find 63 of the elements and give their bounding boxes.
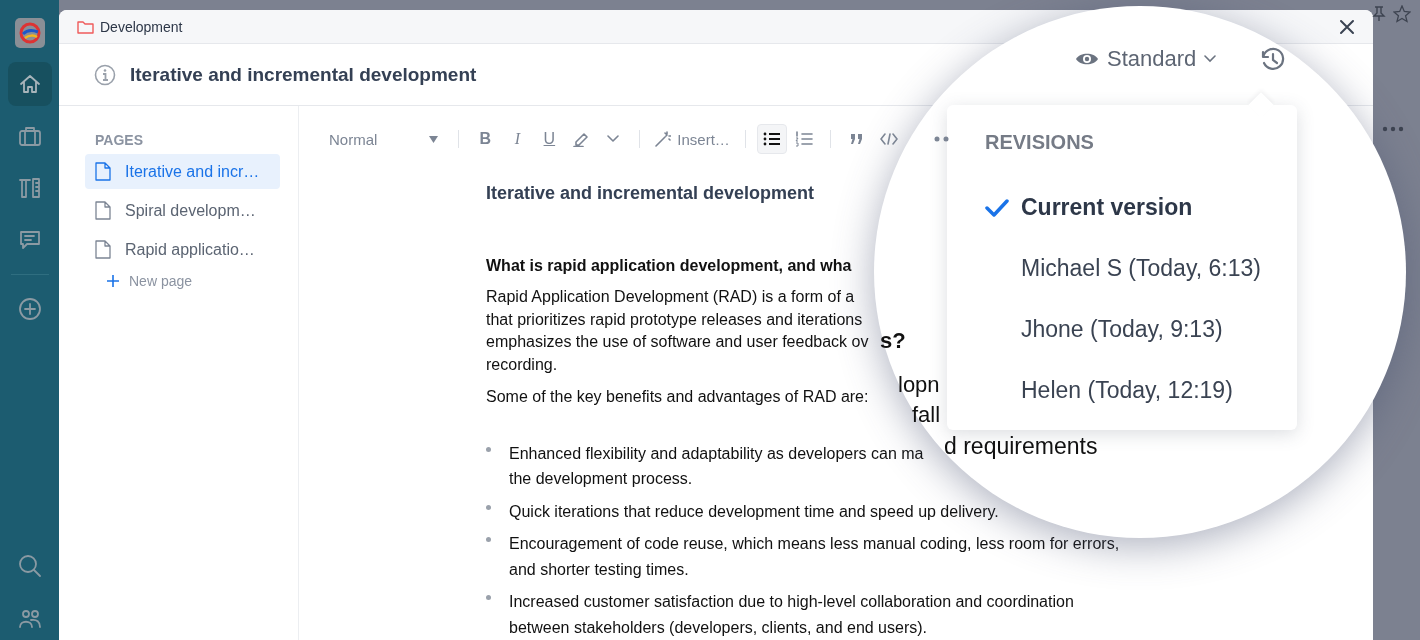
bold-button[interactable]: B <box>470 124 501 154</box>
magnified-text: s? <box>880 328 906 354</box>
close-icon <box>1339 18 1355 35</box>
popover-heading: REVISIONS <box>985 131 1095 154</box>
page-item[interactable]: Iterative and incr… <box>85 154 280 189</box>
app-logo[interactable] <box>14 18 45 48</box>
chevron-down-icon <box>607 135 620 143</box>
add-icon <box>16 296 43 322</box>
document-icon <box>95 201 111 220</box>
list-item: Quick iterations that reduce development time and speed up delivery. <box>509 501 999 522</box>
pin-icon <box>1372 6 1386 22</box>
revision-item[interactable]: Current version <box>985 177 1297 238</box>
list-item: Increased customer satisfaction due to high-level collaboration and coordination between stakeholders (developers, clients, and end users). <box>509 592 1074 638</box>
revision-item[interactable]: Michael S (Today, 6:13) <box>985 238 1297 299</box>
page-item[interactable]: Spiral developm… <box>85 193 280 228</box>
italic-button[interactable]: I <box>502 124 533 154</box>
page-title: Iterative and incremental development <box>130 63 477 86</box>
bullet-icon <box>486 504 491 510</box>
section-heading: PAGES <box>95 132 144 148</box>
eye-icon <box>1075 51 1099 67</box>
document-icon <box>95 162 111 181</box>
plus-icon <box>107 275 119 287</box>
magnified-text: fall <box>912 402 941 428</box>
home-button[interactable] <box>7 62 52 106</box>
view-mode-dropdown[interactable]: Standard <box>1075 46 1217 72</box>
magic-wand-icon <box>655 131 672 147</box>
new-page-link[interactable]: New page <box>107 273 280 289</box>
tools-icon <box>16 175 43 201</box>
document-title: Iterative and incremental development <box>486 183 815 204</box>
folder-icon <box>77 19 94 34</box>
close-button[interactable] <box>1339 18 1355 35</box>
bullet-icon <box>486 537 491 542</box>
quote-icon <box>849 133 864 145</box>
chevron-down-icon <box>1204 55 1217 63</box>
search-icon <box>16 553 43 579</box>
page-item[interactable]: Rapid applicatio… <box>85 232 280 267</box>
bullet-icon <box>486 446 491 452</box>
breadcrumb-folder[interactable]: Development <box>100 18 183 35</box>
star-icon <box>1393 5 1411 23</box>
underline-button[interactable]: U <box>534 124 565 154</box>
paragraph: Some of the key benefits and advantages of RAD are: <box>486 387 869 407</box>
list-item: Enhanced flexibility and adaptability as developers can ma the development process. <box>509 443 924 489</box>
paragraph-style-dropdown[interactable]: Normal <box>329 130 439 148</box>
code-icon <box>879 133 898 145</box>
magnified-text: d requirements <box>944 433 1098 460</box>
history-icon <box>1259 46 1285 72</box>
info-icon <box>94 63 116 86</box>
dropdown-caret-icon <box>429 135 439 143</box>
list-item: Encouragement of code reuse, which means less manual coding, less room for errors, and shorter testing times. <box>509 534 1120 580</box>
revision-history-button[interactable] <box>1259 46 1285 72</box>
insert-button[interactable]: Insert… <box>651 124 734 154</box>
bullet-icon <box>486 595 491 600</box>
magnified-text: lopn <box>898 372 940 398</box>
section-heading: What is rapid application development, and wha <box>486 257 852 275</box>
paragraph: Rapid Application Development (RAD) is a form of a that prioritizes rapid prototype releases and iterations emphasizes the use of software and user feedback ov recording. <box>486 287 869 375</box>
highlighter-icon <box>573 131 590 147</box>
more-icon <box>1382 126 1404 132</box>
bullets-button[interactable] <box>756 124 787 154</box>
numbered-list-icon <box>794 131 813 147</box>
bulleted-list-icon <box>762 132 781 146</box>
document-icon <box>95 240 111 259</box>
revision-item[interactable]: Jhone (Today, 9:13) <box>985 299 1297 360</box>
revision-item[interactable]: Helen (Today, 12:19) <box>985 360 1297 421</box>
